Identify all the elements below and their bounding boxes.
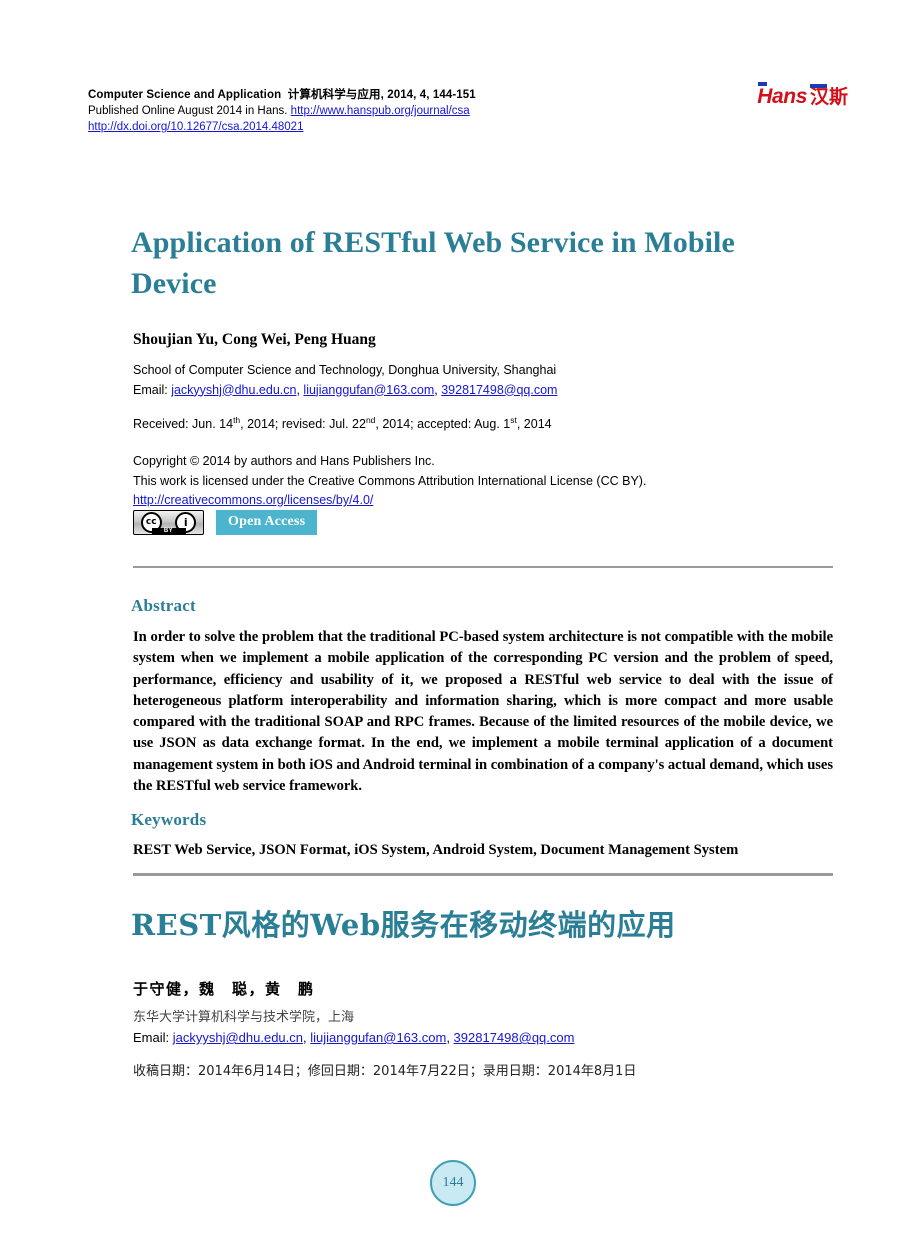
hans-publisher-logo: Hans 汉斯 bbox=[757, 82, 848, 108]
authors-en: Shoujian Yu, Cong Wei, Peng Huang bbox=[133, 331, 376, 348]
cc-by-label: BY bbox=[151, 528, 186, 535]
email-label-cn: Email: bbox=[133, 1030, 173, 1045]
affiliation-block-cn: 东华大学计算机科学与技术学院，上海 Email: jackyyshj@dhu.e… bbox=[133, 1008, 574, 1048]
email-link-2[interactable]: liujianggufan@163.com bbox=[303, 383, 434, 397]
masthead-published-line: Published Online August 2014 in Hans. ht… bbox=[88, 103, 848, 119]
paper-page: Computer Science and Application 计算机科学与应… bbox=[0, 0, 920, 1249]
divider-above-abstract bbox=[133, 566, 833, 568]
abstract-text: In order to solve the problem that the t… bbox=[133, 629, 833, 795]
journal-name-cn: 计算机科学与应用 bbox=[287, 87, 381, 101]
email-link-cn-1[interactable]: jackyyshj@dhu.edu.cn bbox=[173, 1030, 303, 1045]
abstract-heading: Abstract bbox=[131, 596, 196, 615]
email-link-cn-3[interactable]: 392817498@qq.com bbox=[454, 1030, 575, 1045]
email-link-1[interactable]: jackyyshj@dhu.edu.cn bbox=[171, 383, 296, 397]
dates-line-cn: 收稿日期：2014年6月14日；修回日期：2014年7月22日；录用日期：201… bbox=[133, 1064, 637, 1079]
published-prefix: Published Online August 2014 in Hans. bbox=[88, 105, 291, 117]
copyright-line: Copyright © 2014 by authors and Hans Pub… bbox=[133, 454, 435, 468]
affiliation-block-en: School of Computer Science and Technolog… bbox=[133, 361, 557, 400]
dates-sup-nd: nd bbox=[365, 414, 376, 425]
keywords-heading: Keywords bbox=[131, 810, 207, 829]
dates-sup-st: st bbox=[510, 414, 517, 425]
open-access-badge[interactable]: Open Access bbox=[216, 510, 318, 535]
journal-volume-info: , 2014, 4, 144-151 bbox=[380, 89, 476, 101]
license-line: This work is licensed under the Creative… bbox=[133, 473, 647, 488]
divider-above-chinese-title bbox=[133, 873, 833, 876]
masthead-doi-line: http://dx.doi.org/10.12677/csa.2014.4802… bbox=[88, 119, 848, 135]
badge-row: cc i BY Open Access bbox=[133, 510, 318, 535]
page-title-cn: REST风格的Web服务在移动终端的应用 bbox=[131, 908, 676, 942]
dates-received-prefix: Received: Jun. 14 bbox=[133, 417, 234, 431]
page-number-badge: 144 bbox=[430, 1160, 476, 1206]
email-label: Email: bbox=[133, 382, 172, 397]
journal-name-en: Computer Science and Application bbox=[88, 89, 282, 101]
email-line-cn: Email: jackyyshj@dhu.edu.cn, liujiangguf… bbox=[133, 1030, 575, 1045]
masthead: Computer Science and Application 计算机科学与应… bbox=[88, 86, 848, 135]
journal-url-link[interactable]: http://www.hanspub.org/journal/csa bbox=[291, 105, 470, 117]
logo-text-en: Hans bbox=[757, 82, 807, 108]
dates-suffix: , 2014 bbox=[516, 417, 552, 431]
email-line-en: Email: jackyyshj@dhu.edu.cn, liujiangguf… bbox=[133, 382, 558, 397]
doi-url-link[interactable]: http://dx.doi.org/10.12677/csa.2014.4802… bbox=[88, 121, 303, 133]
keywords-text: REST Web Service, JSON Format, iOS Syste… bbox=[133, 842, 739, 858]
license-url-link[interactable]: http://creativecommons.org/licenses/by/4… bbox=[133, 493, 373, 507]
email-link-cn-2[interactable]: liujianggufan@163.com bbox=[310, 1030, 446, 1045]
authors-cn: 于守健，魏 聪，黄 鹏 bbox=[133, 980, 315, 998]
copyright-block: Copyright © 2014 by authors and Hans Pub… bbox=[133, 452, 646, 511]
creative-commons-icon: cc i BY bbox=[133, 510, 204, 535]
masthead-journal-line: Computer Science and Application 计算机科学与应… bbox=[88, 86, 848, 103]
logo-text-cn: 汉斯 bbox=[809, 84, 848, 108]
affiliation-en: School of Computer Science and Technolog… bbox=[133, 363, 557, 377]
page-title: Application of RESTful Web Service in Mo… bbox=[131, 226, 735, 300]
dates-line-en: Received: Jun. 14th, 2014; revised: Jul.… bbox=[133, 415, 552, 434]
email-link-3[interactable]: 392817498@qq.com bbox=[441, 383, 557, 397]
affiliation-cn: 东华大学计算机科学与技术学院，上海 bbox=[133, 1010, 355, 1025]
dates-accepted-mid: , 2014; accepted: Aug. 1 bbox=[375, 417, 511, 431]
dates-revised-mid: , 2014; revised: Jul. 22 bbox=[240, 417, 366, 431]
